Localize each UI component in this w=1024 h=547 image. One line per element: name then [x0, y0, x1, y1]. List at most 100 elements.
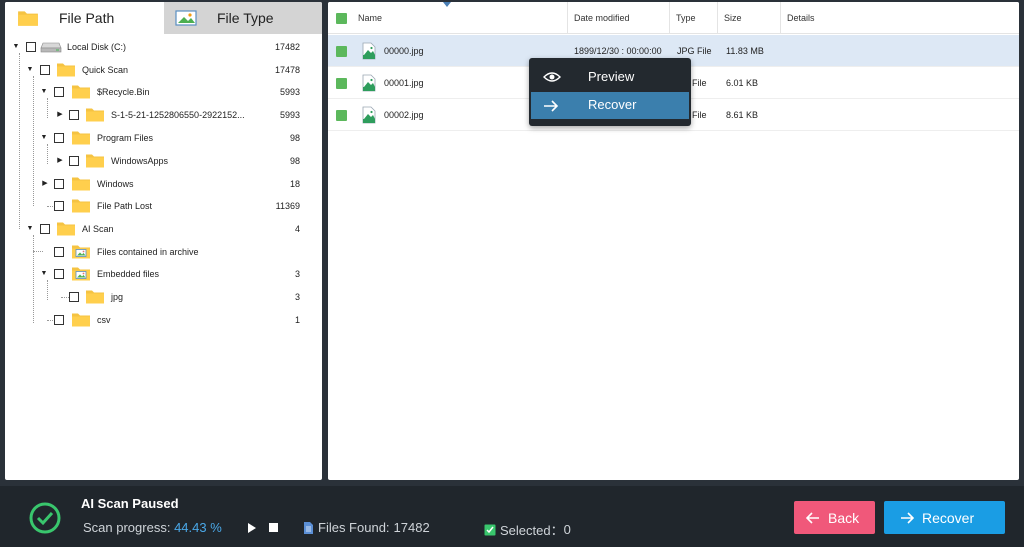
column-header-label: Size	[724, 13, 742, 23]
jpg-file-icon	[361, 42, 377, 60]
tree-item-label: jpg	[111, 292, 124, 302]
tree-item-count: 17482	[274, 42, 300, 52]
tree-item-local-disk[interactable]: ▼ Local Disk (C:) 17482	[5, 36, 322, 58]
caret-down-icon[interactable]: ▼	[11, 42, 21, 52]
tab-file-path-label: File Path	[59, 10, 115, 26]
tree-item-windows[interactable]: ▶ Windows 18	[5, 173, 322, 195]
checkbox-checked-icon	[484, 524, 496, 535]
row-checkbox[interactable]	[336, 46, 347, 57]
tree-item-label: Program Files	[97, 133, 154, 143]
caret-right-icon[interactable]: ▶	[40, 179, 50, 189]
caret-right-icon[interactable]: ▶	[55, 156, 65, 166]
selected-count: Selected： 0	[484, 520, 571, 539]
tree-item-count: 4	[294, 224, 300, 234]
folder-icon	[85, 288, 105, 305]
tab-file-path[interactable]: File Path	[5, 2, 164, 34]
tree-item-label: WindowsApps	[111, 156, 169, 166]
eye-icon	[543, 72, 561, 82]
column-header-date[interactable]: Date modified	[568, 2, 670, 34]
tab-file-type[interactable]: File Type	[164, 2, 322, 34]
status-bar: AI Scan Paused Scan progress: 44.43 % Fi…	[0, 486, 1024, 547]
tree-item-label: csv	[97, 315, 111, 325]
folder-icon	[71, 83, 91, 100]
file-size: 11.83 MB	[726, 46, 764, 56]
selected-value: 0	[563, 522, 571, 537]
tree-item-count: 18	[289, 179, 300, 189]
file-size: 8.61 KB	[726, 110, 759, 120]
caret-down-icon[interactable]: ▼	[25, 65, 35, 75]
context-menu-preview[interactable]: Preview	[531, 64, 689, 91]
scan-progress-value: 44.43 %	[174, 520, 222, 535]
tree-item-recycle-bin[interactable]: ▼ $Recycle.Bin 5993	[5, 81, 322, 103]
column-header-size[interactable]: Size	[718, 2, 781, 34]
tree-checkbox[interactable]	[40, 224, 50, 234]
tree-item-count: 11369	[275, 201, 300, 211]
file-type: File	[692, 110, 707, 120]
jpg-file-icon	[361, 74, 377, 92]
tree-checkbox[interactable]	[54, 201, 64, 211]
folder-icon	[71, 197, 91, 214]
tree-item-label: Files contained in archive	[97, 247, 199, 257]
caret-right-icon[interactable]: ▶	[55, 110, 65, 120]
tree-item-sid-folder[interactable]: ▶ S-1-5-21-1252806550-2922152... 5993	[5, 104, 322, 126]
tree-item-label: Windows	[97, 179, 134, 189]
scan-progress: Scan progress: 44.43 %	[83, 520, 222, 535]
tree-item-jpg[interactable]: jpg 3	[5, 286, 322, 308]
play-icon[interactable]	[247, 522, 257, 534]
row-checkbox[interactable]	[336, 78, 347, 89]
tab-file-type-label: File Type	[217, 10, 274, 26]
select-all-checkbox[interactable]	[336, 13, 347, 24]
tree-checkbox[interactable]	[54, 315, 64, 325]
tree-checkbox[interactable]	[69, 156, 79, 166]
tree-item-count: 98	[289, 133, 300, 143]
files-found: Files Found: 17482	[303, 520, 430, 535]
folder-image-icon	[71, 243, 91, 260]
column-header-name[interactable]: Name	[328, 2, 568, 34]
scan-status-title: AI Scan Paused	[81, 496, 179, 511]
file-name: 00001.jpg	[384, 78, 424, 88]
folder-icon	[71, 175, 91, 192]
tree-item-embedded-files[interactable]: ▼ Embedded files 3	[5, 263, 322, 285]
tree-checkbox[interactable]	[26, 42, 36, 52]
tree-checkbox[interactable]	[69, 110, 79, 120]
caret-down-icon[interactable]: ▼	[39, 269, 49, 279]
tree-checkbox[interactable]	[54, 87, 64, 97]
tree-checkbox[interactable]	[54, 179, 64, 189]
tree-checkbox[interactable]	[54, 269, 64, 279]
tree-item-csv[interactable]: csv 1	[5, 309, 322, 331]
back-button[interactable]: Back	[794, 501, 875, 534]
files-found-label: Files Found:	[318, 520, 390, 535]
scan-progress-label: Scan progress:	[83, 520, 171, 535]
tree-item-count: 5993	[279, 110, 300, 120]
folder-icon	[71, 129, 91, 146]
folder-image-icon	[71, 265, 91, 282]
caret-down-icon[interactable]: ▼	[39, 87, 49, 97]
column-header-label: Details	[787, 13, 815, 23]
tree-checkbox[interactable]	[69, 292, 79, 302]
tree-checkbox[interactable]	[40, 65, 50, 75]
recover-button[interactable]: Recover	[884, 501, 1005, 534]
tree-item-label: File Path Lost	[97, 201, 153, 211]
stop-icon[interactable]	[269, 523, 278, 532]
tree-panel: File Path File Type ▼ Local Disk (C:) 17…	[5, 2, 322, 480]
tree-checkbox[interactable]	[54, 133, 64, 143]
tree-item-windowsapps[interactable]: ▶ WindowsApps 98	[5, 150, 322, 172]
column-header-details[interactable]: Details	[781, 2, 1019, 34]
tree-item-file-path-lost[interactable]: File Path Lost 11369	[5, 195, 322, 217]
caret-down-icon[interactable]: ▼	[25, 224, 35, 234]
tree-item-quick-scan[interactable]: ▼ Quick Scan 17478	[5, 59, 322, 81]
file-type: File	[692, 78, 707, 88]
tree-item-program-files[interactable]: ▼ Program Files 98	[5, 127, 322, 149]
tree-item-ai-scan[interactable]: ▼ AI Scan 4	[5, 218, 322, 240]
tree-checkbox[interactable]	[54, 247, 64, 257]
tree-item-files-in-archive[interactable]: Files contained in archive	[5, 241, 322, 263]
file-size: 6.01 KB	[726, 78, 759, 88]
row-checkbox[interactable]	[336, 110, 347, 121]
column-header-type[interactable]: Type	[670, 2, 718, 34]
caret-down-icon[interactable]: ▼	[39, 133, 49, 143]
context-menu-recover[interactable]: Recover	[531, 92, 689, 119]
back-button-label: Back	[828, 509, 860, 526]
tree-item-count: 3	[294, 269, 300, 279]
image-icon	[175, 10, 197, 26]
column-header-label: Date modified	[574, 13, 630, 23]
